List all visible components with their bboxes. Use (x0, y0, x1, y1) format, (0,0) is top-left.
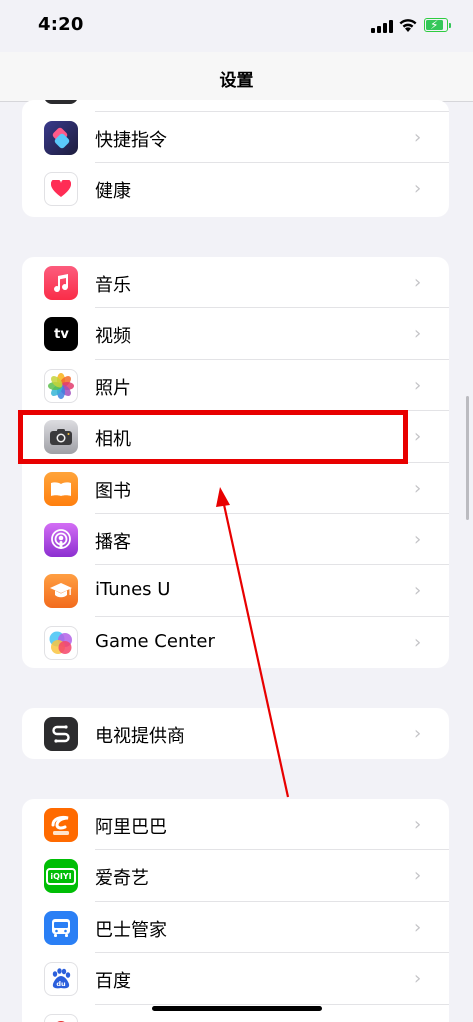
list-item-shortcuts[interactable]: 快捷指令 › (22, 112, 449, 164)
scroll-indicator[interactable] (466, 396, 469, 520)
chevron-right-icon: › (414, 528, 422, 550)
chevron-right-icon: › (414, 814, 422, 835)
list-item-label: 播客 (95, 531, 131, 553)
settings-group-tv-provider: 电视提供商 › (22, 708, 449, 759)
list-item-label: 快捷指令 (95, 130, 167, 151)
list-item-game-center[interactable]: Game Center › (22, 617, 449, 668)
list-item-label: 音乐 (95, 275, 131, 296)
battery-charging-icon: ⚡ (424, 18, 452, 32)
navigation-bar: 设置 (0, 52, 473, 102)
settings-group-system: 快捷指令 › 健康 › (22, 100, 449, 217)
list-item-partial[interactable] (22, 100, 449, 112)
status-bar: 4:20 ⚡ (0, 0, 473, 52)
chevron-right-icon: › (414, 631, 422, 653)
bus-icon (44, 910, 78, 945)
list-item-iqiyi[interactable]: iQIYI 爱奇艺 › (22, 850, 449, 902)
chevron-right-icon: › (414, 865, 422, 887)
alibaba-icon (44, 808, 78, 842)
list-item-music[interactable]: 音乐 › (22, 257, 449, 309)
home-indicator[interactable] (152, 1006, 322, 1011)
list-item-label: 健康 (95, 181, 131, 203)
chevron-right-icon: › (414, 426, 422, 448)
game-center-icon (44, 625, 78, 660)
list-item-podcasts[interactable]: 播客 › (22, 514, 449, 566)
chevron-right-icon: › (414, 178, 422, 200)
baidu-icon-text: du (56, 980, 66, 988)
health-icon (44, 172, 78, 207)
list-item-label: 百度 (95, 971, 131, 993)
list-item-label: 阿里巴巴 (95, 817, 167, 838)
list-item-health[interactable]: 健康 › (22, 163, 449, 214)
wifi-icon (399, 19, 417, 32)
list-item-books[interactable]: 图书 › (22, 463, 449, 514)
chevron-right-icon: › (414, 968, 422, 990)
chevron-right-icon: › (414, 272, 422, 293)
cellular-signal-icon (371, 20, 393, 33)
chevron-right-icon: › (414, 127, 422, 148)
list-item-tv[interactable]: tv 视频 › (22, 308, 449, 360)
baidu-icon: du (44, 962, 78, 997)
list-item-label: iTunes U (95, 579, 171, 601)
list-item-photos[interactable]: 照片 › (22, 360, 449, 412)
list-item-bus-manager[interactable]: 巴士管家 › (22, 902, 449, 954)
chevron-right-icon: › (414, 916, 422, 938)
chevron-right-icon: › (414, 477, 422, 499)
list-item-itunes-u[interactable]: iTunes U › (22, 565, 449, 617)
list-item-label: 照片 (95, 377, 131, 399)
tv-icon: tv (44, 317, 78, 352)
chevron-right-icon: › (414, 323, 422, 345)
list-item-label: 图书 (95, 480, 131, 502)
chevron-right-icon: › (414, 580, 422, 602)
iqiyi-icon: iQIYI (44, 859, 78, 894)
list-item-label: 巴士管家 (95, 919, 167, 941)
podcasts-icon (44, 522, 78, 557)
music-icon (44, 266, 78, 300)
list-item-baidu[interactable]: du 百度 › (22, 953, 449, 1005)
books-icon (44, 471, 78, 506)
chevron-right-icon: › (414, 374, 422, 396)
list-item-label: 视频 (95, 326, 131, 348)
shortcuts-icon (44, 121, 78, 155)
status-time: 4:20 (38, 14, 84, 35)
chevron-right-icon: › (414, 723, 422, 744)
list-item-label: 电视提供商 (95, 726, 185, 747)
tv-provider-icon (44, 717, 78, 751)
photos-icon (44, 368, 78, 403)
list-item-alibaba[interactable]: 阿里巴巴 › (22, 799, 449, 851)
settings-group-third-party-apps: 阿里巴巴 › iQIYI 爱奇艺 › 巴士管家 › du 百度 › (22, 799, 449, 1022)
itunes-u-icon (44, 574, 78, 609)
highlight-box-annotation (18, 410, 408, 464)
list-item-label: Game Center (95, 630, 215, 652)
page-title: 设置 (219, 71, 254, 91)
list-item-tv-provider[interactable]: 电视提供商 › (22, 708, 449, 759)
list-item-label: 爱奇艺 (95, 868, 149, 890)
